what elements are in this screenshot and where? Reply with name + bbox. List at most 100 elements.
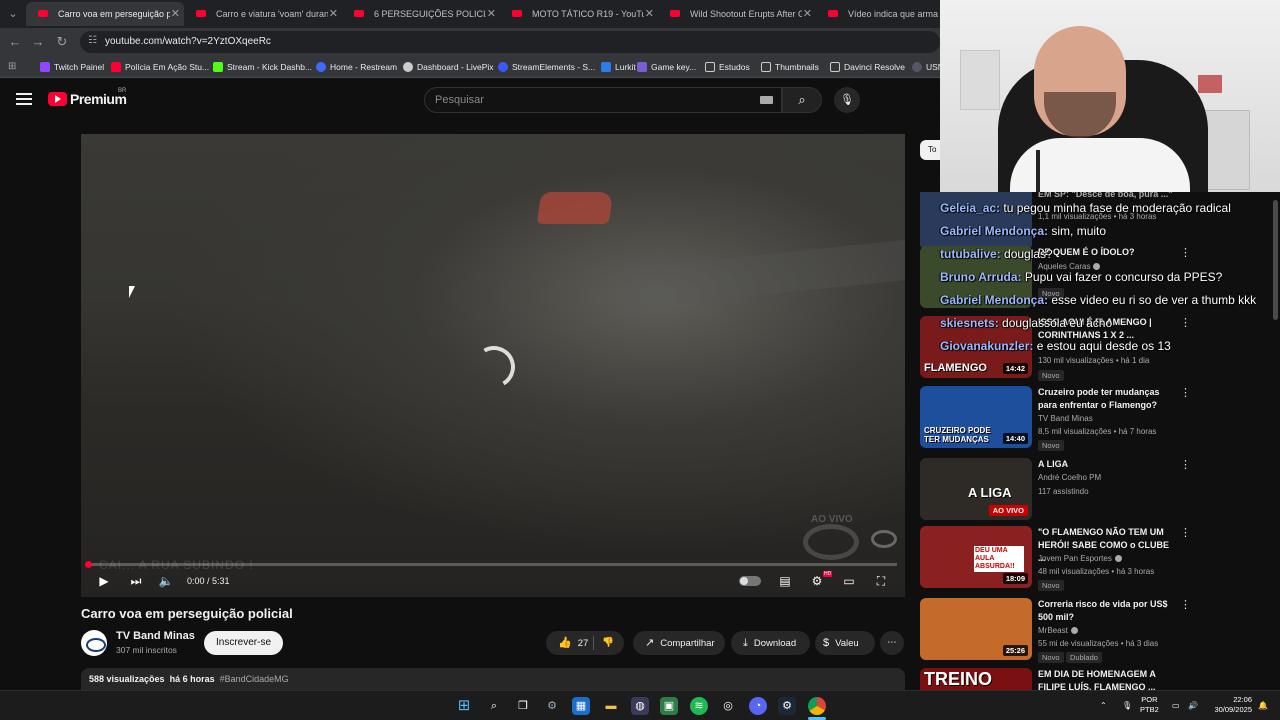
browser-tab-1[interactable]: Carro voa em perseguição polic✕ — [26, 2, 184, 26]
search-input[interactable]: Pesquisar — [424, 87, 782, 113]
notification-icon[interactable]: 🔔 — [1258, 691, 1268, 720]
share-button[interactable]: ↗ Compartilhar — [633, 631, 725, 655]
site-info-icon[interactable]: ☷ — [88, 35, 100, 47]
volume-button[interactable]: 🔈 — [157, 572, 175, 590]
volume-tray-icon[interactable]: 🔊 — [1188, 691, 1198, 720]
back-arrow-icon[interactable]: ← — [6, 33, 24, 51]
close-icon[interactable]: ✕ — [329, 2, 338, 26]
browser-tab-3[interactable]: 6 PERSEGUIÇÕES POLICIAIS MA✕ — [342, 2, 500, 26]
dislike-button[interactable]: 👎 — [602, 631, 614, 655]
app-icon[interactable]: ◎ — [719, 697, 737, 715]
browser-tab-5[interactable]: Wild Shootout Erupts After Gu ✕ — [658, 2, 816, 26]
file-explorer-icon[interactable]: ▬ — [602, 697, 620, 715]
more-vertical-icon[interactable]: ⋮ — [1180, 246, 1191, 259]
keyboard-icon[interactable] — [760, 96, 773, 104]
related-video-title[interactable]: EM DIA DE HOMENAGEM A FILIPE LUÍS, FLAME… — [1038, 668, 1178, 690]
more-actions-button[interactable]: ⋯ — [880, 631, 904, 655]
video-thumbnail[interactable]: A LIGA AO VIVO — [920, 458, 1032, 520]
theater-mode-button[interactable]: ▭ — [839, 572, 859, 590]
bookmark-lurkit[interactable]: Lurkit — [601, 56, 636, 78]
video-thumbnail[interactable]: TREINO — [920, 668, 1032, 690]
sidebar-scroll-thumb[interactable] — [1273, 200, 1278, 320]
related-video-item[interactable]: 25:26 Correria risco de vida por US$ 500… — [920, 598, 1272, 664]
spotify-icon[interactable]: ≋ — [690, 697, 708, 715]
bookmark-policia[interactable]: Polícia Em Ação Stu... — [111, 56, 209, 78]
bookmark-folder-thumbnails[interactable]: Thumbnails — [761, 56, 819, 78]
filter-chip-all[interactable]: To — [920, 140, 940, 160]
browser-tab-2[interactable]: Carro e viatura 'voam' durante ✕ — [184, 2, 342, 26]
youtube-logo-icon[interactable] — [48, 92, 67, 106]
play-button[interactable]: ▶ — [95, 572, 113, 590]
browser-tab-4[interactable]: MOTO TÁTICO R19 - YouTube ✕ — [500, 2, 658, 26]
menu-icon[interactable] — [16, 93, 32, 105]
progress-bar[interactable] — [89, 563, 897, 566]
bookmark-livepix[interactable]: Dashboard - LivePix — [403, 56, 494, 78]
app-icon[interactable]: ◍ — [631, 697, 649, 715]
fullscreen-button[interactable]: ⛶ — [871, 572, 891, 590]
more-vertical-icon[interactable]: ⋮ — [1180, 598, 1191, 611]
more-vertical-icon[interactable]: ⋮ — [1180, 526, 1191, 539]
related-video-item[interactable]: CRUZEIRO PODE TER MUDANÇAS 14:40 Cruzeiro… — [920, 386, 1272, 452]
close-icon[interactable]: ✕ — [803, 2, 812, 26]
related-video-title[interactable]: A LIGA — [1038, 458, 1178, 471]
tray-overflow-icon[interactable]: ⌃ — [1100, 691, 1107, 720]
bookmark-gamekey[interactable]: Game key... — [637, 56, 696, 78]
bookmark-streamelements[interactable]: StreamElements - S... — [498, 56, 595, 78]
voice-search-button[interactable]: 🎙 — [834, 87, 860, 113]
related-video-item[interactable]: A LIGA AO VIVO A LIGA André Coelho PM 117… — [920, 458, 1272, 524]
search-icon[interactable]: ⌕ — [485, 697, 503, 715]
video-thumbnail[interactable]: CRUZEIRO PODE TER MUDANÇAS 14:40 — [920, 386, 1032, 448]
related-video-channel[interactable]: Jovem Pan Esportes — [1038, 554, 1122, 563]
more-vertical-icon[interactable]: ⋮ — [1180, 386, 1191, 399]
tab-search-chevron-icon[interactable]: ⌄ — [4, 5, 22, 23]
autoplay-toggle[interactable] — [739, 576, 761, 586]
settings-app-icon[interactable]: ⚙ — [543, 697, 561, 715]
close-icon[interactable]: ✕ — [487, 2, 496, 26]
more-vertical-icon[interactable]: ⋮ — [1180, 458, 1191, 471]
next-button[interactable]: ⏭ — [127, 572, 145, 590]
store-app-icon[interactable]: ▦ — [572, 697, 590, 715]
search-button[interactable]: ⌕ — [782, 87, 822, 113]
input-language[interactable]: POR PTB2 — [1140, 695, 1159, 715]
video-thumbnail[interactable]: 25:26 — [920, 598, 1032, 660]
related-video-channel[interactable]: MrBeast — [1038, 626, 1078, 635]
related-video-channel[interactable]: André Coelho PM — [1038, 473, 1101, 482]
browser-tab-6[interactable]: Vídeo indica que arma foi co — [816, 2, 940, 26]
more-vertical-icon[interactable]: ⋮ — [1180, 316, 1191, 329]
download-button[interactable]: ⤓ Download — [731, 631, 810, 655]
bookmark-restream[interactable]: Home - Restream — [316, 56, 397, 78]
bookmark-twitch[interactable]: Twitch Painel — [40, 56, 104, 78]
system-clock[interactable]: 22:06 30/09/2025 — [1206, 695, 1252, 715]
reload-icon[interactable]: ↻ — [53, 33, 71, 51]
channel-name[interactable]: TV Band Minas — [116, 630, 195, 642]
microphone-tray-icon[interactable]: 🎙 — [1122, 691, 1132, 720]
subscribe-button[interactable]: Inscrever-se — [204, 631, 284, 655]
apps-grid-icon[interactable]: ⊞ — [8, 61, 19, 72]
url-text[interactable]: youtube.com/watch?v=2YztOXqeeRc — [105, 31, 271, 53]
app-icon[interactable]: ▣ — [660, 697, 678, 715]
related-video-item[interactable]: TREINO EM DIA DE HOMENAGEM A FILIPE LUÍS… — [920, 668, 1272, 690]
video-player[interactable]: AO VIVO CAI... A RUA SUBINDO ! ▶ ⏭ 🔈 0:0… — [81, 134, 905, 597]
network-icon[interactable]: ▭ — [1172, 691, 1180, 720]
windows-start-icon[interactable]: ⊞ — [455, 697, 473, 715]
chrome-icon[interactable] — [808, 697, 826, 715]
subtitles-button[interactable]: ▤ — [775, 572, 795, 590]
close-icon[interactable]: ✕ — [645, 2, 654, 26]
task-view-icon[interactable]: ❐ — [514, 697, 532, 715]
steam-icon[interactable]: ⚙ — [778, 697, 796, 715]
related-video-item[interactable]: DEU UMA AULA ABSURDA!! 18:09 "O FLAMENGO … — [920, 526, 1272, 592]
related-video-title[interactable]: DE QUEM É O ÍDOLO? — [1038, 246, 1178, 259]
close-icon[interactable]: ✕ — [171, 2, 180, 26]
like-button[interactable]: 👍 27 — [546, 637, 588, 649]
bookmark-folder-estudos[interactable]: Estudos — [705, 56, 750, 78]
related-video-channel[interactable]: TV Band Minas — [1038, 414, 1093, 423]
discord-icon[interactable]: ◔ — [749, 697, 767, 715]
bookmark-folder-davinci[interactable]: Davinci Resolve — [830, 56, 905, 78]
thanks-button[interactable]: $ Valeu — [815, 631, 875, 655]
description-box[interactable]: 588 visualizações há 6 horas #BandCidade… — [81, 668, 905, 690]
forward-arrow-icon[interactable]: → — [29, 33, 47, 51]
progress-scrubber[interactable] — [85, 561, 92, 568]
address-bar[interactable]: ☷ youtube.com/watch?v=2YztOXqeeRc — [80, 31, 940, 53]
channel-avatar[interactable] — [81, 630, 107, 656]
video-thumbnail[interactable]: DEU UMA AULA ABSURDA!! 18:09 — [920, 526, 1032, 588]
